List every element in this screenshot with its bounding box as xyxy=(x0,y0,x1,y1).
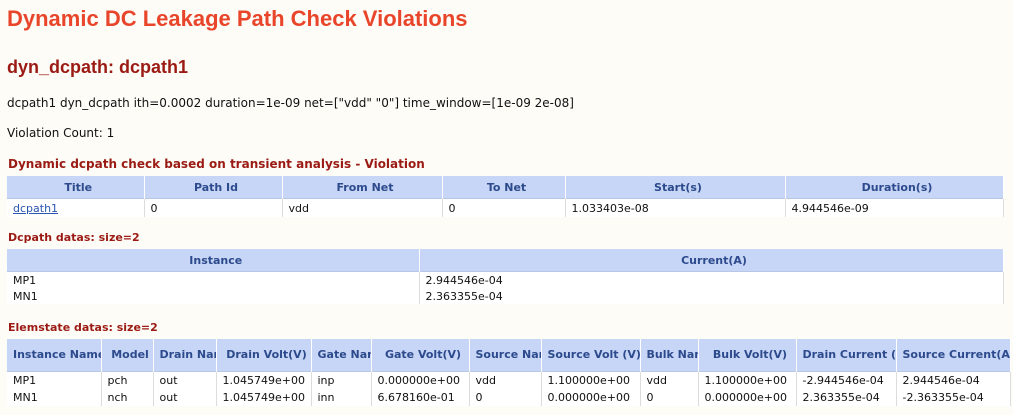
column-header-instance-name[interactable]: Instance Name ▲ xyxy=(7,339,102,372)
cell: 0 xyxy=(640,389,699,406)
column-header-current[interactable]: Current(A) xyxy=(419,249,1004,272)
column-header-source-volt[interactable]: Source Volt (V) xyxy=(541,339,641,372)
column-header-title[interactable]: Title xyxy=(7,176,145,199)
cell: 2.363355e-04 xyxy=(796,389,897,406)
column-header-drain-current[interactable]: Drain Current (A) xyxy=(796,339,897,372)
dcpath-table-label: Dcpath datas: size=2 xyxy=(8,231,140,244)
to-net-cell: 0 xyxy=(442,198,566,217)
cell: 0.000000e+00 xyxy=(371,371,470,389)
current-cell: 2.944546e-04 xyxy=(419,271,1004,288)
cell: 1.100000e+00 xyxy=(698,371,797,389)
column-header-from-net[interactable]: From Net xyxy=(282,176,443,199)
path-id-cell: 0 xyxy=(144,198,283,217)
cell: inn xyxy=(311,389,372,406)
cell: 1.045749e+00 xyxy=(216,371,312,389)
column-header-instance[interactable]: Instance xyxy=(7,249,420,272)
page-title: Dynamic DC Leakage Path Check Violations xyxy=(7,6,468,31)
violation-count: Violation Count: 1 xyxy=(7,126,115,140)
cell: 1.100000e+00 xyxy=(541,371,641,389)
elemstate-table: Instance Name ▲ Model Drain Name Drain V… xyxy=(7,339,1011,406)
elemstate-table-header: Instance Name ▲ Model Drain Name Drain V… xyxy=(7,339,1011,372)
title-cell[interactable]: dcpath1 xyxy=(7,198,145,217)
cell: -2.944546e-04 xyxy=(796,371,897,389)
violation-table-label: Dynamic dcpath check based on transient … xyxy=(8,157,425,171)
cell: vdd xyxy=(469,371,542,389)
command-line: dcpath1 dyn_dcpath ith=0.0002 duration=1… xyxy=(7,96,574,110)
table-row: MN1 2.363355e-04 xyxy=(7,288,1004,304)
cell: 0 xyxy=(469,389,542,406)
column-header-bulk-volt[interactable]: Bulk Volt(V) xyxy=(698,339,797,372)
cell: MP1 xyxy=(7,371,102,389)
cell: 0.000000e+00 xyxy=(698,389,797,406)
dcpath-link[interactable]: dcpath1 xyxy=(13,202,58,215)
cell: pch xyxy=(101,371,154,389)
instance-cell: MN1 xyxy=(7,288,420,304)
cell: out xyxy=(153,389,217,406)
cell: 2.944546e-04 xyxy=(896,371,1011,389)
cell: out xyxy=(153,371,217,389)
duration-cell: 4.944546e-09 xyxy=(785,198,1004,217)
from-net-cell: vdd xyxy=(282,198,443,217)
table-row: MN1 nch out 1.045749e+00 inn 6.678160e-0… xyxy=(7,389,1011,406)
dcpath-table-header: Instance Current(A) xyxy=(7,249,1004,272)
table-row: MP1 pch out 1.045749e+00 inp 0.000000e+0… xyxy=(7,371,1011,389)
column-header-bulk-name[interactable]: Bulk Name xyxy=(640,339,699,372)
cell: nch xyxy=(101,389,154,406)
column-header-path-id[interactable]: Path Id xyxy=(144,176,283,199)
cell: 0.000000e+00 xyxy=(541,389,641,406)
column-header-gate-name[interactable]: Gate Name xyxy=(311,339,372,372)
table-row: MP1 2.944546e-04 xyxy=(7,271,1004,288)
elemstate-table-label: Elemstate datas: size=2 xyxy=(8,321,158,334)
start-cell: 1.033403e-08 xyxy=(565,198,786,217)
cell: inp xyxy=(311,371,372,389)
section-title: dyn_dcpath: dcpath1 xyxy=(7,57,189,77)
column-header-source-current[interactable]: Source Current(A) xyxy=(896,339,1011,372)
cell: vdd xyxy=(640,371,699,389)
violation-table-header: Title Path Id From Net To Net Start(s) D… xyxy=(7,176,1004,199)
instance-cell: MP1 xyxy=(7,271,420,288)
cell: 6.678160e-01 xyxy=(371,389,470,406)
cell: 1.045749e+00 xyxy=(216,389,312,406)
column-header-source-name[interactable]: Source Name xyxy=(469,339,542,372)
current-cell: 2.363355e-04 xyxy=(419,288,1004,304)
column-header-duration[interactable]: Duration(s) xyxy=(785,176,1004,199)
dcpath-table: Instance Current(A) MP1 2.944546e-04 MN1… xyxy=(7,249,1004,304)
cell: MN1 xyxy=(7,389,102,406)
violation-table: Title Path Id From Net To Net Start(s) D… xyxy=(7,176,1004,217)
column-header-model[interactable]: Model xyxy=(101,339,154,372)
column-header-to-net[interactable]: To Net xyxy=(442,176,566,199)
column-header-drain-volt[interactable]: Drain Volt(V) xyxy=(216,339,312,372)
cell: -2.363355e-04 xyxy=(896,389,1011,406)
column-header-start[interactable]: Start(s) xyxy=(565,176,786,199)
table-row: dcpath1 0 vdd 0 1.033403e-08 4.944546e-0… xyxy=(7,198,1004,217)
column-header-drain-name[interactable]: Drain Name xyxy=(153,339,217,372)
column-header-gate-volt[interactable]: Gate Volt(V) xyxy=(371,339,470,372)
